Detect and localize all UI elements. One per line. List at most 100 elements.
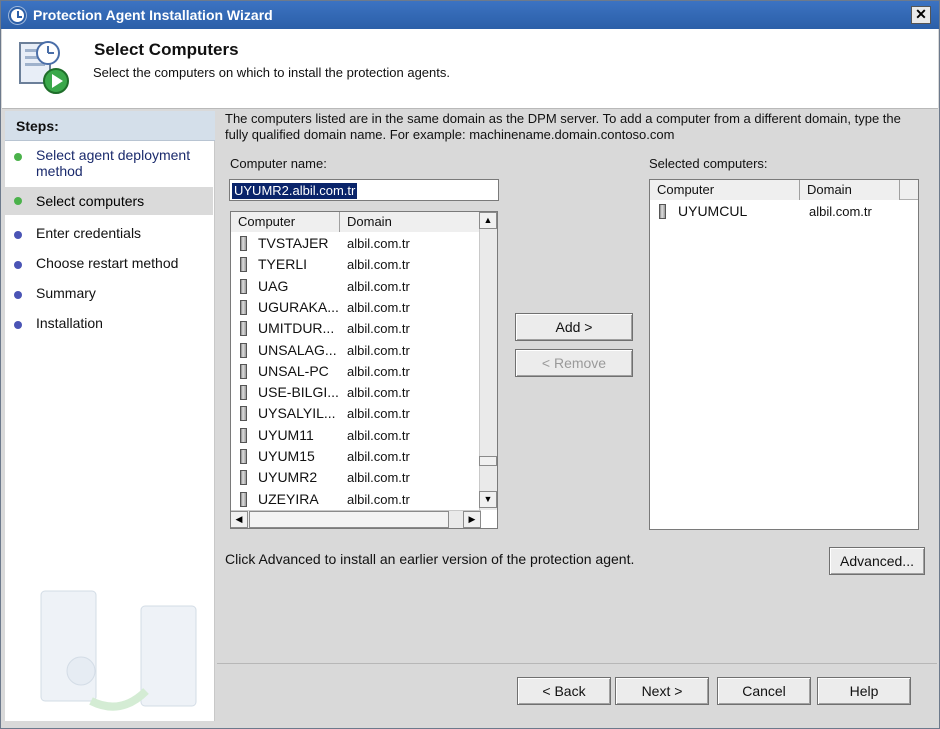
- scroll-thumb[interactable]: [479, 456, 497, 466]
- page-subtitle: Select the computers on which to install…: [93, 65, 450, 80]
- server-icon: [659, 204, 666, 219]
- server-icon: [240, 363, 247, 379]
- footer-divider: [217, 663, 937, 664]
- dpm-clock-icon: [9, 7, 26, 24]
- computer-cell: UNSALAG...: [258, 341, 337, 358]
- selected-computers-list[interactable]: Computer Domain UYUMCUL albil.com.tr: [649, 179, 919, 530]
- step-label: Installation: [36, 315, 103, 331]
- domain-cell: albil.com.tr: [347, 427, 410, 443]
- page-title: Select Computers: [94, 40, 239, 59]
- step-pending-icon: [14, 261, 22, 269]
- server-icon: [240, 427, 247, 443]
- main-content: The computers listed are in the same dom…: [217, 109, 939, 664]
- table-row[interactable]: UAG albil.com.tr: [231, 277, 497, 298]
- column-header-computer[interactable]: Computer: [650, 180, 800, 200]
- scroll-up-button[interactable]: ▲: [479, 212, 497, 229]
- computer-cell: TVSTAJER: [258, 235, 329, 251]
- list-header: Computer Domain: [231, 212, 497, 232]
- advanced-button[interactable]: Advanced...: [829, 547, 925, 575]
- computer-install-icon: [19, 41, 69, 94]
- column-header-domain[interactable]: Domain: [800, 180, 900, 200]
- table-row[interactable]: UYUMCUL albil.com.tr: [650, 202, 918, 223]
- server-icon: [240, 470, 247, 486]
- server-icon: [240, 257, 247, 273]
- wizard-header: Select Computers Select the computers on…: [2, 29, 938, 109]
- selected-computers-label: Selected computers:: [649, 156, 768, 171]
- table-row[interactable]: USE-BILGI... albil.com.tr: [231, 383, 497, 404]
- computer-cell: TYERLI: [258, 256, 308, 273]
- step-select-deployment-method: Select agent deployment method: [5, 147, 213, 185]
- computer-cell: UYUMCUL: [678, 203, 748, 219]
- domain-cell: albil.com.tr: [347, 257, 410, 273]
- table-row[interactable]: UNSALAG... albil.com.tr: [231, 341, 497, 362]
- server-icon: [240, 491, 247, 507]
- horizontal-scrollbar[interactable]: ◀ ▶: [231, 510, 481, 528]
- steps-sidebar: Steps: Select agent deployment method Se…: [5, 111, 215, 721]
- step-label: Enter credentials: [36, 225, 142, 241]
- server-icon: [240, 385, 247, 401]
- step-pending-icon: [14, 231, 22, 239]
- back-button[interactable]: < Back: [517, 677, 611, 705]
- step-summary: Summary: [5, 285, 213, 307]
- computer-cell: UAG: [258, 277, 289, 294]
- domain-cell: albil.com.tr: [347, 321, 410, 337]
- domain-cell: albil.com.tr: [347, 363, 410, 379]
- server-icon: [240, 278, 247, 294]
- step-label: Select agent deployment method: [36, 147, 191, 179]
- server-icon: [240, 299, 247, 315]
- step-label: Select computers: [36, 193, 145, 209]
- step-done-icon: [14, 153, 22, 161]
- step-pending-icon: [14, 291, 22, 299]
- available-computers-list[interactable]: Computer Domain TVSTAJER albil.com.tr TYER…: [230, 211, 498, 529]
- column-header-domain[interactable]: Domain: [340, 212, 480, 232]
- step-installation: Installation: [5, 315, 213, 337]
- step-label: Summary: [36, 285, 96, 301]
- domain-cell: albil.com.tr: [347, 385, 410, 401]
- table-row[interactable]: UZEYIRA albil.com.tr: [231, 490, 497, 511]
- wizard-window: Protection Agent Installation Wizard ✕ S…: [0, 0, 940, 729]
- computer-name-input[interactable]: UYUMR2.albil.com.tr: [229, 179, 499, 201]
- server-icon: [240, 236, 247, 251]
- domain-description: The computers listed are in the same dom…: [225, 111, 901, 142]
- column-header-computer[interactable]: Computer: [231, 212, 340, 232]
- window-title: Protection Agent Installation Wizard: [33, 7, 273, 23]
- server-icon: [240, 406, 247, 422]
- remove-button[interactable]: < Remove: [515, 349, 633, 377]
- step-label: Choose restart method: [36, 255, 179, 271]
- add-button[interactable]: Add >: [515, 313, 633, 341]
- domain-cell: albil.com.tr: [347, 278, 410, 294]
- close-button[interactable]: ✕: [911, 6, 931, 24]
- domain-cell: albil.com.tr: [809, 204, 872, 219]
- table-row[interactable]: TYERLI albil.com.tr: [231, 255, 497, 276]
- table-row[interactable]: UMITDUR... albil.com.tr: [231, 319, 497, 340]
- horizontal-scroll-thumb[interactable]: [249, 511, 449, 528]
- table-row[interactable]: UYSALYIL... albil.com.tr: [231, 404, 497, 425]
- list-header: Computer Domain: [650, 180, 918, 200]
- domain-cell: albil.com.tr: [347, 470, 410, 486]
- computer-cell: UGURAKA...: [258, 298, 339, 315]
- table-row[interactable]: UYUM11 albil.com.tr: [231, 426, 497, 447]
- scroll-left-button[interactable]: ◀: [231, 511, 248, 528]
- table-row[interactable]: UYUM15 albil.com.tr: [231, 447, 497, 468]
- scroll-down-button[interactable]: ▼: [479, 491, 497, 508]
- step-enter-credentials: Enter credentials: [5, 225, 213, 247]
- help-button[interactable]: Help: [817, 677, 911, 705]
- table-row[interactable]: UGURAKA... albil.com.tr: [231, 298, 497, 319]
- step-pending-icon: [14, 321, 22, 329]
- cancel-button[interactable]: Cancel: [717, 677, 811, 705]
- table-row[interactable]: UYUMR2 albil.com.tr: [231, 468, 497, 489]
- server-icon: [240, 342, 247, 358]
- next-button[interactable]: Next >: [615, 677, 709, 705]
- computer-cell: UYSALYIL...: [258, 405, 336, 422]
- advanced-note: Click Advanced to install an earlier ver…: [225, 551, 635, 567]
- computer-cell: USE-BILGI...: [258, 384, 339, 401]
- computer-cell: UYUM11: [258, 426, 314, 443]
- step-current-icon: [14, 197, 22, 205]
- vertical-scrollbar[interactable]: ▲ ▼: [479, 212, 497, 510]
- scroll-right-button[interactable]: ▶: [463, 511, 481, 528]
- table-row[interactable]: UNSAL-PC albil.com.tr: [231, 362, 497, 383]
- computer-cell: UMITDUR...: [258, 320, 335, 337]
- computer-cell: UYUM15: [258, 448, 315, 464]
- table-row[interactable]: TVSTAJER albil.com.tr: [231, 234, 497, 255]
- computer-name-label: Computer name:: [230, 156, 327, 171]
